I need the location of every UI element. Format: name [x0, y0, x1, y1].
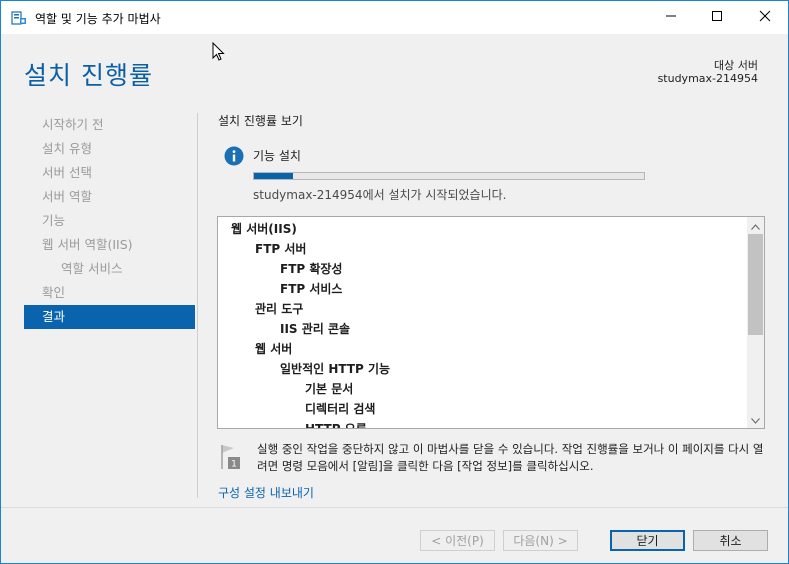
- cancel-button[interactable]: 취소: [693, 530, 768, 551]
- close-icon: [759, 10, 771, 25]
- tree-item: FTP 확장성: [280, 262, 343, 276]
- page-title: 설치 진행률: [24, 61, 153, 90]
- install-progress-bar: [253, 172, 645, 180]
- target-server-label: 대상 서버: [714, 59, 758, 72]
- tree-item: HTTP 오류: [305, 422, 367, 429]
- tree-item: 디렉터리 검색: [305, 402, 376, 416]
- target-server-name: studymax-214954: [657, 72, 758, 85]
- info-icon: [224, 146, 244, 166]
- nav-item-role-services: 역할 서비스: [61, 261, 123, 276]
- nav-item-before-you-begin: 시작하기 전: [42, 117, 104, 132]
- tree-item: 관리 도구: [255, 302, 304, 316]
- progress-fill: [254, 173, 293, 179]
- notice-text: 실행 중인 작업을 중단하지 않고 이 마법사를 닫을 수 있습니다. 작업 진…: [257, 442, 764, 473]
- chevron-up-icon: [751, 219, 760, 233]
- maximize-icon: [711, 10, 723, 25]
- section-label: 설치 진행률 보기: [218, 114, 303, 128]
- list-scrollbar[interactable]: [747, 217, 764, 428]
- tree-item: 웹 서버: [255, 342, 293, 356]
- tree-item: 일반적인 HTTP 기능: [280, 362, 391, 376]
- nav-item-web-server-role: 웹 서버 역할(IIS): [42, 237, 133, 252]
- close-button[interactable]: [742, 1, 788, 34]
- export-settings-link[interactable]: 구성 설정 내보내기: [218, 484, 314, 501]
- nav-item-server-roles: 서버 역할: [42, 189, 92, 204]
- nav-item-results[interactable]: 결과: [24, 305, 195, 329]
- title-bar[interactable]: 역할 및 기능 추가 마법사: [1, 1, 788, 34]
- window-title: 역할 및 기능 추가 마법사: [35, 12, 161, 26]
- wizard-nav: 시작하기 전 설치 유형 서버 선택 서버 역할 기능 웹 서버 역할(IIS)…: [24, 113, 195, 329]
- feature-list[interactable]: 웹 서버(IIS) FTP 서버 FTP 확장성 FTP 서비스관리 도구 IIS 관리…: [217, 216, 765, 429]
- close-wizard-button[interactable]: 닫기: [610, 530, 685, 551]
- chevron-down-icon: [751, 413, 760, 427]
- tree-item: 웹 서버(IIS): [231, 222, 297, 236]
- notification-flag-icon: 1: [220, 444, 244, 470]
- previous-button[interactable]: < 이전(P): [420, 530, 495, 551]
- nav-item-features: 기능: [42, 213, 66, 228]
- minimize-button[interactable]: [648, 1, 694, 34]
- nav-item-server-selection: 서버 선택: [42, 165, 92, 180]
- progress-message: studymax-214954에서 설치가 시작되었습니다.: [253, 188, 507, 202]
- feature-tree: 웹 서버(IIS) FTP 서버 FTP 확장성 FTP 서비스관리 도구 IIS 관리…: [218, 219, 746, 429]
- next-button[interactable]: 다음(N) >: [503, 530, 578, 551]
- tree-item: IIS 관리 콘솔: [280, 322, 351, 336]
- footer-divider: [1, 507, 788, 508]
- tree-item: 기본 문서: [305, 382, 354, 396]
- nav-item-confirmation: 확인: [42, 285, 66, 300]
- tree-item: FTP 서버: [255, 242, 307, 256]
- scroll-up-button[interactable]: [747, 217, 764, 234]
- mouse-pointer-icon: [212, 41, 226, 62]
- maximize-button[interactable]: [694, 1, 740, 34]
- minimize-icon: [665, 10, 677, 25]
- scrollbar-thumb[interactable]: [748, 234, 763, 335]
- scroll-down-button[interactable]: [747, 411, 764, 428]
- status-label: 기능 설치: [253, 149, 301, 163]
- nav-divider: [197, 113, 198, 498]
- notification-count: 1: [231, 460, 237, 470]
- tree-item: FTP 서비스: [280, 282, 343, 296]
- nav-item-installation-type: 설치 유형: [42, 141, 92, 156]
- server-manager-icon: [11, 10, 27, 26]
- wizard-window: 역할 및 기능 추가 마법사 설치 진행률 대상 서버 studymax-214…: [0, 0, 789, 564]
